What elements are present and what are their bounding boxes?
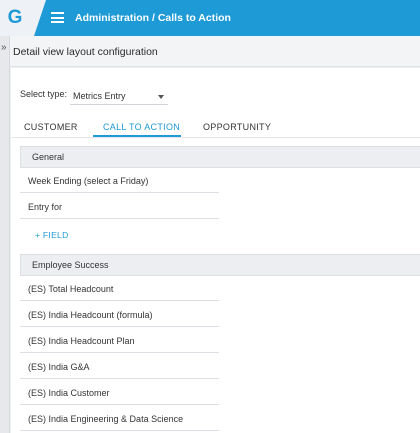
- section-header-general[interactable]: General: [20, 146, 420, 168]
- side-panel-toggle[interactable]: »: [0, 36, 10, 433]
- field-label: (ES) Total Headcount: [28, 284, 114, 294]
- tab-customer[interactable]: CUSTOMER: [24, 122, 78, 132]
- field-item[interactable]: (ES) India Headcount (formula): [20, 306, 219, 327]
- add-field-button[interactable]: + FIELD: [35, 230, 69, 240]
- field-item[interactable]: (ES) India Headcount Plan: [20, 332, 219, 353]
- field-label: Entry for: [28, 202, 63, 212]
- logo-notch: [34, 0, 46, 36]
- app-logo[interactable]: G: [0, 0, 34, 36]
- page-title: Detail view layout configuration: [13, 46, 158, 58]
- menu-icon[interactable]: [51, 12, 64, 23]
- select-type-label: Select type:: [20, 89, 68, 99]
- tab-opportunity[interactable]: OPPORTUNITY: [203, 122, 271, 132]
- logo-letter: G: [7, 7, 23, 28]
- select-type-dropdown[interactable]: Metrics Entry: [70, 89, 168, 105]
- section-title: Employee Success: [32, 260, 109, 270]
- caret-down-icon: [158, 95, 164, 99]
- field-label: (ES) India Customer: [28, 388, 110, 398]
- tab-call-to-action[interactable]: CALL TO ACTION: [103, 122, 180, 132]
- tabs-divider: [11, 137, 420, 138]
- field-label: Week Ending (select a Friday): [28, 176, 149, 186]
- field-item[interactable]: Week Ending (select a Friday): [20, 172, 219, 193]
- field-item[interactable]: (ES) Total Headcount: [20, 280, 219, 301]
- select-type-value: Metrics Entry: [73, 91, 126, 101]
- field-label: (ES) India Headcount Plan: [28, 336, 135, 346]
- double-chevron-right-icon: »: [1, 42, 7, 53]
- breadcrumb: Administration / Calls to Action: [75, 12, 231, 24]
- field-item[interactable]: (ES) India Engineering & Data Science: [20, 410, 219, 431]
- field-label: (ES) India G&A: [28, 362, 90, 372]
- field-label: (ES) India Headcount (formula): [28, 310, 153, 320]
- field-label: (ES) India Engineering & Data Science: [28, 414, 184, 424]
- field-item[interactable]: (ES) India Customer: [20, 384, 219, 405]
- section-title: General: [32, 152, 65, 162]
- section-header-employee-success[interactable]: Employee Success: [20, 254, 420, 276]
- field-item[interactable]: Entry for: [20, 198, 219, 219]
- field-item[interactable]: (ES) India G&A: [20, 358, 219, 379]
